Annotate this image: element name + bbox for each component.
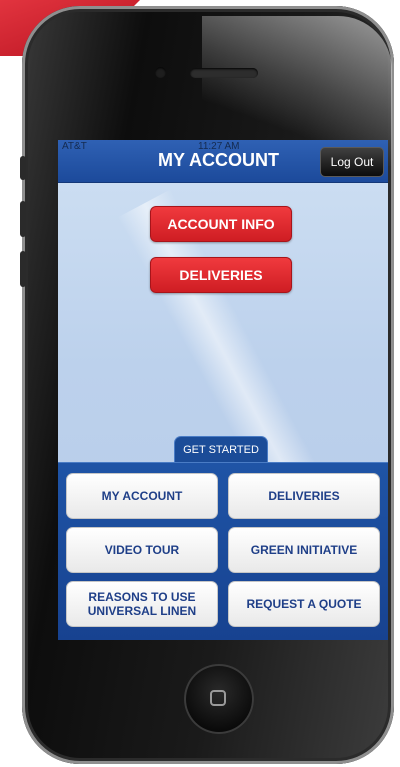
home-square-icon	[210, 690, 226, 706]
get-started-tab[interactable]: GET STARTED	[174, 436, 268, 463]
volume-down-button	[20, 251, 26, 287]
get-started-menu: MY ACCOUNT DELIVERIES VIDEO TOUR GREEN I…	[58, 462, 388, 640]
volume-up-button	[20, 201, 26, 237]
deliveries-button[interactable]: DELIVERIES	[150, 257, 292, 293]
earpiece-speaker	[190, 68, 258, 78]
menu-video-tour-button[interactable]: VIDEO TOUR	[66, 527, 218, 573]
menu-green-initiative-button[interactable]: GREEN INITIATIVE	[228, 527, 380, 573]
account-info-button[interactable]: ACCOUNT INFO	[150, 206, 292, 242]
navigation-bar: AT&T 11:27 AM MY ACCOUNT Log Out	[58, 140, 388, 183]
menu-request-quote-button[interactable]: REQUEST A QUOTE	[228, 581, 380, 627]
logout-button[interactable]: Log Out	[320, 147, 384, 177]
home-button-icon[interactable]	[184, 664, 254, 734]
front-camera-icon	[155, 67, 166, 78]
menu-my-account-button[interactable]: MY ACCOUNT	[66, 473, 218, 519]
mute-switch	[20, 156, 26, 180]
carrier-label: AT&T	[62, 141, 87, 152]
menu-deliveries-button[interactable]: DELIVERIES	[228, 473, 380, 519]
page-title: MY ACCOUNT	[158, 150, 279, 170]
menu-reasons-button[interactable]: REASONS TO USE UNIVERSAL LINEN	[66, 581, 218, 627]
app-screen: AT&T 11:27 AM MY ACCOUNT Log Out ACCOUNT…	[58, 140, 388, 640]
